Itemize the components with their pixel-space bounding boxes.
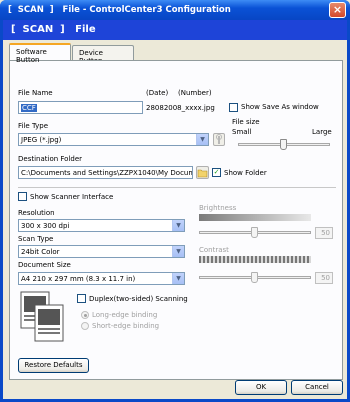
resolution-select[interactable]: 300 x 300 dpi ▼ bbox=[18, 219, 185, 232]
chevron-down-icon: ▼ bbox=[172, 246, 184, 257]
short-edge-radio[interactable] bbox=[81, 322, 89, 330]
close-icon: × bbox=[332, 3, 343, 16]
brightness-value: 50 bbox=[321, 229, 330, 237]
ok-button[interactable]: OK bbox=[235, 380, 287, 395]
title-bar[interactable]: [ SCAN ] File - ControlCenter3 Configura… bbox=[0, 0, 350, 20]
cancel-button[interactable]: Cancel bbox=[291, 380, 343, 395]
scan-type-value: 24bit Color bbox=[21, 248, 60, 256]
file-size-large-label: Large bbox=[312, 128, 332, 136]
document-size-value: A4 210 x 297 mm (8.3 x 11.7 in) bbox=[21, 275, 136, 283]
file-size-slider-thumb[interactable] bbox=[280, 139, 287, 150]
duplex-checkbox[interactable] bbox=[77, 294, 86, 303]
document-size-select[interactable]: A4 210 x 297 mm (8.3 x 11.7 in) ▼ bbox=[18, 272, 185, 285]
file-type-label: File Type bbox=[18, 122, 49, 130]
chevron-down-icon: ▼ bbox=[172, 273, 184, 284]
duplex-pages-icon bbox=[20, 291, 64, 342]
contrast-value: 50 bbox=[321, 274, 330, 282]
resolution-value: 300 x 300 dpi bbox=[21, 222, 70, 230]
divider bbox=[18, 187, 336, 188]
contrast-pattern bbox=[199, 256, 311, 263]
file-name-suffix: 28082008_xxxx.jpg bbox=[146, 104, 215, 112]
show-folder-label: Show Folder bbox=[224, 169, 267, 177]
document-size-label: Document Size bbox=[18, 261, 71, 269]
file-type-options-button[interactable] bbox=[213, 133, 225, 146]
chevron-down-icon: ▼ bbox=[196, 134, 208, 145]
duplex-label: Duplex(two-sided) Scanning bbox=[89, 295, 188, 303]
brightness-gradient bbox=[199, 214, 311, 221]
resolution-label: Resolution bbox=[18, 209, 55, 217]
destination-folder-label: Destination Folder bbox=[18, 155, 83, 163]
tab-device-button[interactable]: Device Button bbox=[72, 45, 134, 65]
wrench-icon bbox=[216, 134, 222, 144]
dialog-client: [ SCAN ] File Software Button Device But… bbox=[3, 20, 347, 399]
destination-folder-input[interactable]: C:\Documents and Settings\ZZPX1040\My Do… bbox=[18, 166, 193, 179]
tab-software-button[interactable]: Software Button bbox=[9, 43, 71, 64]
banner-title: [ SCAN ] File bbox=[11, 24, 96, 35]
contrast-slider-thumb[interactable] bbox=[251, 272, 258, 283]
show-folder-checkbox[interactable]: ✓ bbox=[212, 168, 221, 177]
checkmark-icon: ✓ bbox=[213, 168, 220, 176]
scan-type-select[interactable]: 24bit Color ▼ bbox=[18, 245, 185, 258]
long-edge-label: Long-edge binding bbox=[92, 311, 158, 319]
show-scanner-interface-label: Show Scanner Interface bbox=[30, 193, 114, 201]
banner: [ SCAN ] File bbox=[3, 20, 347, 40]
show-scanner-interface-checkbox[interactable] bbox=[18, 192, 27, 201]
brightness-label: Brightness bbox=[199, 204, 237, 212]
number-label: (Number) bbox=[178, 89, 212, 97]
chevron-down-icon: ▼ bbox=[172, 220, 184, 231]
show-save-as-label: Show Save As window bbox=[241, 103, 319, 111]
file-name-input[interactable]: CCF bbox=[18, 101, 143, 114]
file-size-label: File size bbox=[232, 118, 260, 126]
browse-folder-button[interactable] bbox=[196, 166, 209, 179]
show-save-as-checkbox[interactable] bbox=[229, 103, 238, 112]
config-window: [ SCAN ] File - ControlCenter3 Configura… bbox=[0, 0, 350, 402]
destination-folder-value: C:\Documents and Settings\ZZPX1040\My Do… bbox=[21, 169, 193, 177]
settings-panel: File Name (Date) (Number) CCF 28082008_x… bbox=[9, 60, 343, 380]
file-type-value: JPEG (*.jpg) bbox=[21, 136, 62, 144]
scan-type-label: Scan Type bbox=[18, 235, 54, 243]
file-type-select[interactable]: JPEG (*.jpg) ▼ bbox=[18, 133, 209, 146]
date-label: (Date) bbox=[146, 89, 169, 97]
brightness-slider-thumb[interactable] bbox=[251, 227, 258, 238]
window-title: [ SCAN ] File - ControlCenter3 Configura… bbox=[8, 5, 231, 15]
contrast-label: Contrast bbox=[199, 246, 229, 254]
close-button[interactable]: × bbox=[329, 2, 346, 18]
long-edge-radio[interactable] bbox=[81, 311, 89, 319]
file-name-value: CCF bbox=[21, 104, 37, 112]
file-size-small-label: Small bbox=[232, 128, 252, 136]
contrast-value-field[interactable]: 50 bbox=[315, 272, 333, 284]
restore-defaults-button[interactable]: Restore Defaults bbox=[18, 358, 89, 373]
short-edge-label: Short-edge binding bbox=[92, 322, 160, 330]
brightness-value-field[interactable]: 50 bbox=[315, 227, 333, 239]
folder-icon bbox=[197, 169, 208, 178]
file-name-label: File Name bbox=[18, 89, 53, 97]
